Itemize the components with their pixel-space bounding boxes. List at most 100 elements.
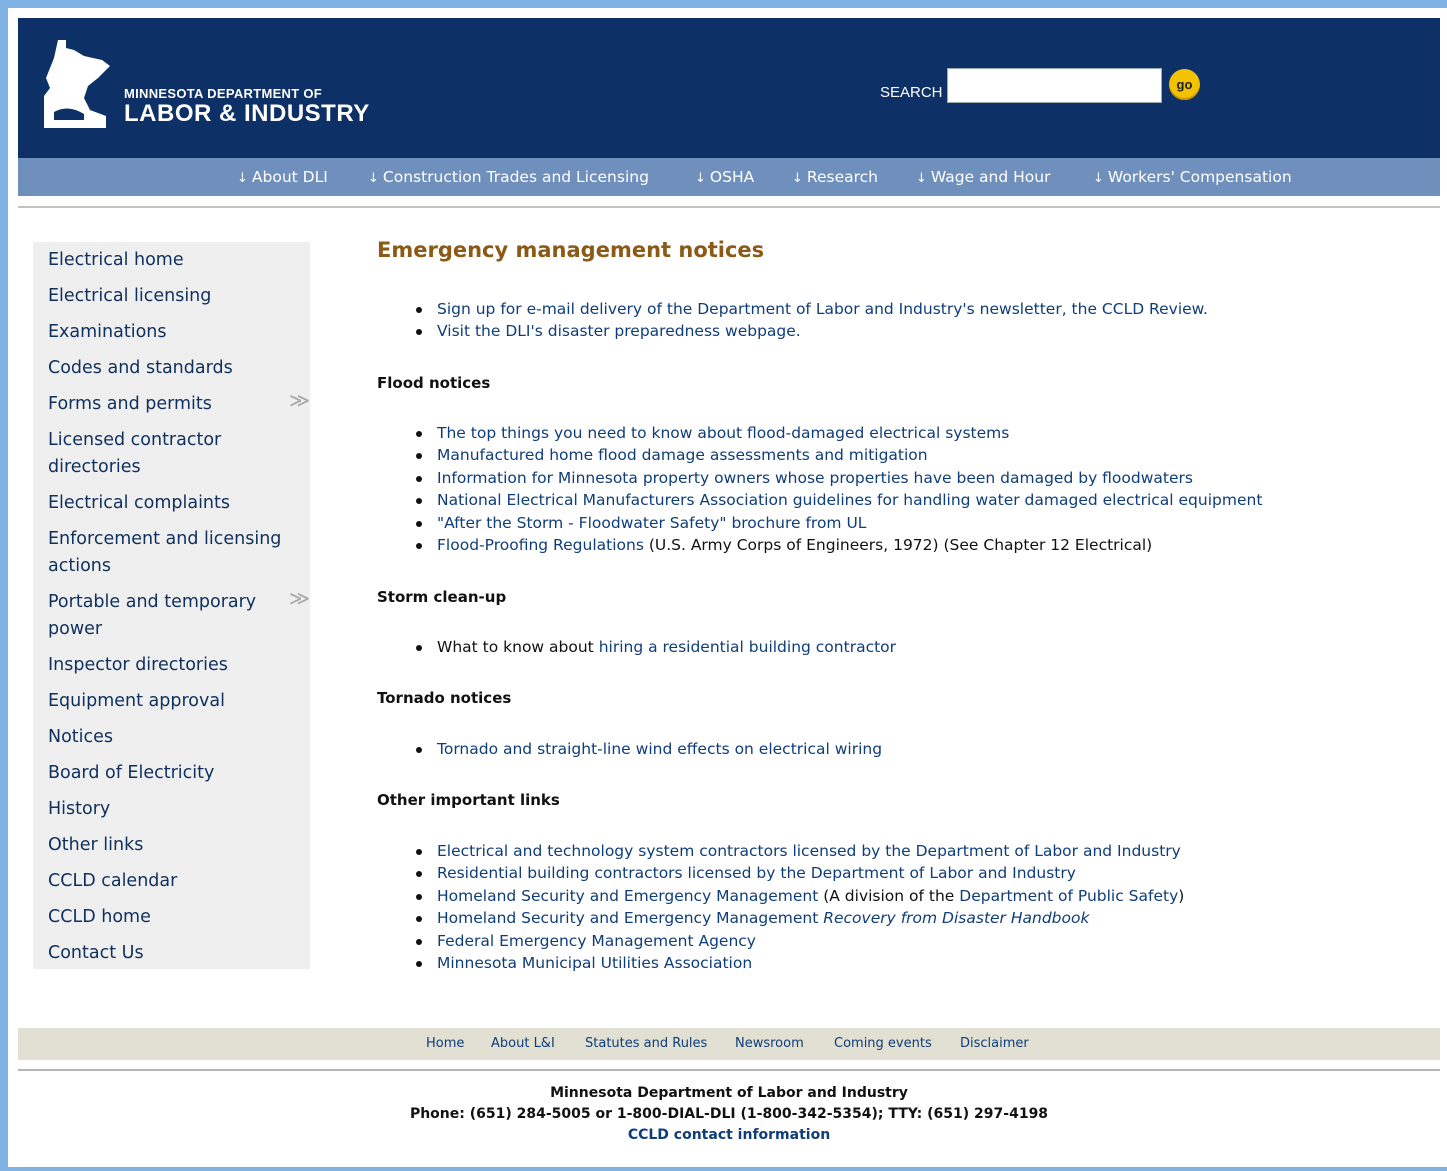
arrow-down-icon: ↓ (368, 171, 379, 186)
footer-link-newsroom[interactable]: Newsroom (735, 1036, 804, 1051)
sidebar-item-contact-us[interactable]: Contact Us (48, 940, 288, 967)
nav-label: OSHA (709, 168, 755, 186)
newsletter-signup-link[interactable]: Sign up for e-mail delivery of the Depar… (437, 300, 1208, 318)
list-item: Federal Emergency Management Agency (412, 930, 1184, 952)
flood-link[interactable]: Information for Minnesota property owner… (437, 469, 1193, 487)
sidebar-item-inspector-directories[interactable]: Inspector directories (48, 652, 288, 679)
disaster-preparedness-link[interactable]: Visit the DLI's disaster preparedness we… (437, 322, 801, 340)
handbook-title: Recovery from Disaster Handbook (823, 909, 1090, 928)
footer-contact-row: CCLD contact information (18, 1127, 1440, 1143)
nav-label: About DLI (251, 168, 328, 186)
org-name-large: LABOR & INDUSTRY (124, 100, 370, 127)
double-chevron-right-icon[interactable]: ≫ (289, 588, 310, 608)
nav-label: Construction Trades and Licensing (382, 168, 649, 186)
sidebar-item-portable-power[interactable]: Portable and temporary power (48, 589, 288, 643)
hiring-contractor-link[interactable]: hiring a residential building contractor (599, 638, 896, 656)
other-links-heading: Other important links (377, 791, 560, 809)
sidebar-item-ccld-home[interactable]: CCLD home (48, 904, 288, 931)
header-divider (18, 206, 1440, 208)
hsem-handbook-prefix: Homeland Security and Emergency Manageme… (437, 909, 824, 928)
public-safety-link[interactable]: Department of Public Safety (959, 887, 1178, 905)
list-item: Residential building contractors license… (412, 862, 1184, 884)
sidebar-item-electrical-licensing[interactable]: Electrical licensing (48, 283, 288, 310)
mmua-link[interactable]: Minnesota Municipal Utilities Associatio… (437, 954, 752, 972)
footer-link-about[interactable]: About L&I (491, 1036, 555, 1051)
list-item: The top things you need to know about fl… (412, 422, 1262, 444)
sidebar: Electrical home Electrical licensing Exa… (33, 242, 310, 969)
list-item: Tornado and straight-line wind effects o… (412, 738, 882, 760)
page-title: Emergency management notices (377, 238, 765, 262)
hsem-handbook-link[interactable]: Homeland Security and Emergency Manageme… (437, 909, 1089, 927)
search-input[interactable] (947, 68, 1162, 103)
flood-link[interactable]: National Electrical Manufacturers Associ… (437, 491, 1262, 509)
arrow-down-icon: ↓ (916, 171, 927, 186)
sidebar-item-history[interactable]: History (48, 796, 288, 823)
list-item: Electrical and technology system contrac… (412, 840, 1184, 862)
sidebar-item-electrical-home[interactable]: Electrical home (48, 247, 288, 274)
sidebar-item-forms-permits[interactable]: Forms and permits (48, 391, 288, 418)
residential-contractors-link[interactable]: Residential building contractors license… (437, 864, 1076, 882)
arrow-down-icon: ↓ (695, 171, 706, 186)
flood-proofing-link[interactable]: Flood-Proofing Regulations (437, 536, 644, 554)
window-frame-left (0, 0, 8, 1171)
arrow-down-icon: ↓ (792, 171, 803, 186)
search-go-button[interactable]: go (1169, 69, 1200, 100)
intro-list: Sign up for e-mail delivery of the Depar… (412, 298, 1208, 343)
storm-item-prefix: What to know about (437, 638, 599, 656)
other-links-list: Electrical and technology system contrac… (412, 840, 1184, 974)
list-item: Homeland Security and Emergency Manageme… (412, 907, 1184, 929)
list-item: Information for Minnesota property owner… (412, 467, 1262, 489)
nav-workers-comp[interactable]: ↓ Workers' Compensation (1093, 168, 1292, 186)
fema-link[interactable]: Federal Emergency Management Agency (437, 932, 756, 950)
footer-link-home[interactable]: Home (426, 1036, 464, 1051)
nav-about-dli[interactable]: ↓ About DLI (237, 168, 328, 186)
site-header: MINNESOTA DEPARTMENT OF LABOR & INDUSTRY… (18, 18, 1440, 158)
list-item: "After the Storm - Floodwater Safety" br… (412, 512, 1262, 534)
arrow-down-icon: ↓ (237, 171, 248, 186)
footer-divider (18, 1069, 1440, 1071)
nav-osha[interactable]: ↓ OSHA (695, 168, 754, 186)
sidebar-item-notices[interactable]: Notices (48, 724, 288, 751)
flood-link[interactable]: "After the Storm - Floodwater Safety" br… (437, 514, 866, 532)
sidebar-item-ccld-calendar[interactable]: CCLD calendar (48, 868, 288, 895)
sidebar-item-other-links[interactable]: Other links (48, 832, 288, 859)
list-item: Homeland Security and Emergency Manageme… (412, 885, 1184, 907)
window-frame-bottom (0, 1167, 1447, 1171)
nav-label: Research (806, 168, 879, 186)
nav-wage-and-hour[interactable]: ↓ Wage and Hour (916, 168, 1050, 186)
main-nav: ↓ About DLI ↓ Construction Trades and Lice… (18, 158, 1440, 196)
footer-org-name: Minnesota Department of Labor and Indust… (550, 1085, 908, 1101)
nav-label: Wage and Hour (930, 168, 1051, 186)
flood-link[interactable]: The top things you need to know about fl… (437, 424, 1009, 442)
flood-notices-heading: Flood notices (377, 374, 491, 392)
dli-logo[interactable]: MINNESOTA DEPARTMENT OF LABOR & INDUSTRY (36, 38, 386, 128)
hsem-link[interactable]: Homeland Security and Emergency Manageme… (437, 887, 818, 905)
double-chevron-right-icon[interactable]: ≫ (289, 390, 310, 410)
org-name-small: MINNESOTA DEPARTMENT OF (124, 86, 323, 101)
flood-proofing-note: (U.S. Army Corps of Engineers, 1972) (Se… (643, 536, 1153, 555)
footer-link-statutes[interactable]: Statutes and Rules (585, 1036, 707, 1051)
nav-construction-trades[interactable]: ↓ Construction Trades and Licensing (368, 168, 649, 186)
footer-link-events[interactable]: Coming events (834, 1036, 932, 1051)
electrical-contractors-link[interactable]: Electrical and technology system contrac… (437, 842, 1181, 860)
list-item: Minnesota Municipal Utilities Associatio… (412, 952, 1184, 974)
flood-list: The top things you need to know about fl… (412, 422, 1262, 556)
hsem-note: (A division of the (818, 886, 960, 905)
tornado-list: Tornado and straight-line wind effects o… (412, 738, 882, 760)
sidebar-item-equipment-approval[interactable]: Equipment approval (48, 688, 288, 715)
sidebar-item-board-of-electricity[interactable]: Board of Electricity (48, 760, 288, 787)
hsem-note-end: ) (1178, 886, 1185, 905)
nav-research[interactable]: ↓ Research (792, 168, 878, 186)
storm-cleanup-heading: Storm clean-up (377, 588, 507, 606)
sidebar-item-codes-standards[interactable]: Codes and standards (48, 355, 288, 382)
footer-link-disclaimer[interactable]: Disclaimer (960, 1036, 1029, 1051)
sidebar-item-examinations[interactable]: Examinations (48, 319, 288, 346)
tornado-link[interactable]: Tornado and straight-line wind effects o… (437, 740, 882, 758)
sidebar-item-enforcement[interactable]: Enforcement and licensing actions (48, 526, 288, 580)
ccld-contact-link[interactable]: CCLD contact information (628, 1127, 830, 1143)
list-item: Manufactured home flood damage assessmen… (412, 444, 1262, 466)
sidebar-item-contractor-directories[interactable]: Licensed contractor directories (48, 427, 288, 481)
flood-link[interactable]: Manufactured home flood damage assessmen… (437, 446, 928, 464)
sidebar-item-electrical-complaints[interactable]: Electrical complaints (48, 490, 288, 517)
storm-list: What to know about hiring a residential … (412, 636, 896, 658)
